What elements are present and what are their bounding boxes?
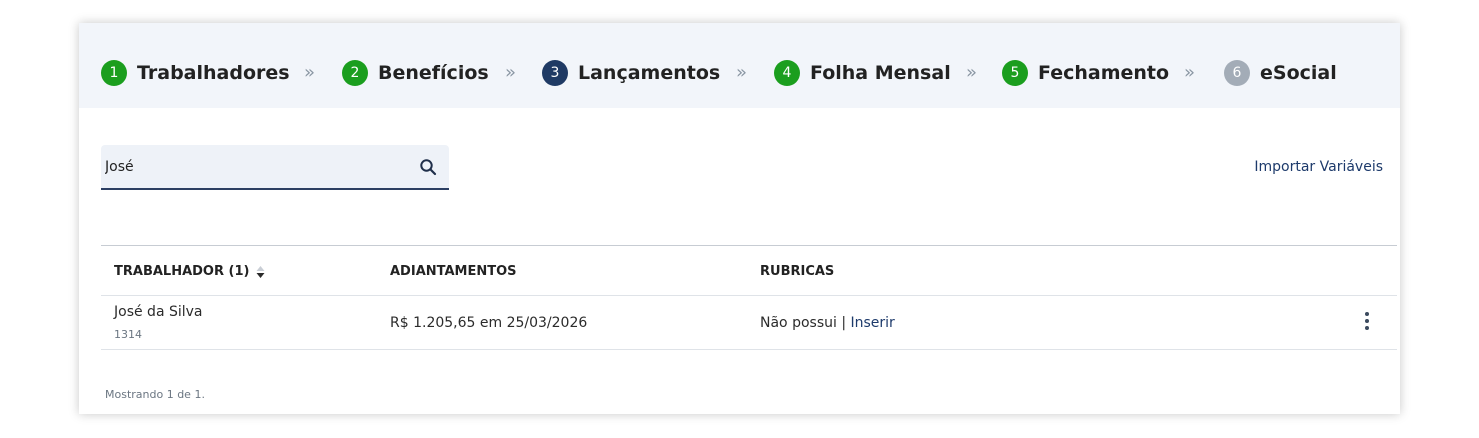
- step-number: 2: [342, 60, 368, 86]
- step-number: 6: [1224, 60, 1250, 86]
- column-header-worker[interactable]: TRABALHADOR (1): [114, 264, 266, 279]
- worker-name: José da Silva: [114, 304, 203, 320]
- step-beneficios[interactable]: 2 Benefícios: [342, 60, 489, 86]
- import-variables-link[interactable]: Importar Variáveis: [1254, 159, 1383, 175]
- step-number: 1: [101, 60, 127, 86]
- step-separator: »: [1184, 62, 1196, 83]
- sort-icon[interactable]: [255, 265, 266, 279]
- rubricas-separator: |: [836, 315, 851, 331]
- advances-value: R$ 1.205,65 em 25/03/2026: [390, 315, 588, 331]
- column-header-rubricas: RUBRICAS: [760, 264, 835, 279]
- step-separator: »: [304, 62, 316, 83]
- step-separator: »: [966, 62, 978, 83]
- step-label: Folha Mensal: [810, 62, 951, 84]
- rubricas-status: Não possui: [760, 315, 837, 331]
- step-separator: »: [505, 62, 517, 83]
- table-header: TRABALHADOR (1) ADIANTAMENTOS RUBRICAS: [101, 245, 1397, 296]
- step-label: Benefícios: [378, 62, 489, 84]
- step-label: eSocial: [1260, 62, 1337, 84]
- step-lancamentos[interactable]: 3 Lançamentos: [542, 60, 720, 86]
- pagination-summary: Mostrando 1 de 1.: [105, 388, 205, 401]
- stepper: 1 Trabalhadores » 2 Benefícios » 3 Lança…: [79, 23, 1400, 108]
- step-label: Lançamentos: [578, 62, 721, 84]
- search-icon[interactable]: [419, 158, 437, 176]
- step-esocial[interactable]: 6 eSocial: [1224, 60, 1337, 86]
- table-row: José da Silva 1314 R$ 1.205,65 em 25/03/…: [101, 296, 1397, 350]
- row-more-options-icon[interactable]: [1364, 312, 1370, 332]
- column-header-advances: ADIANTAMENTOS: [390, 264, 517, 279]
- step-number: 4: [774, 60, 800, 86]
- step-trabalhadores[interactable]: 1 Trabalhadores: [101, 60, 290, 86]
- workers-table: TRABALHADOR (1) ADIANTAMENTOS RUBRICAS J…: [101, 245, 1397, 350]
- step-fechamento[interactable]: 5 Fechamento: [1002, 60, 1169, 86]
- column-header-label: TRABALHADOR (1): [114, 264, 250, 279]
- search-input[interactable]: [101, 145, 405, 188]
- step-number: 3: [542, 60, 568, 86]
- worker-code: 1314: [114, 328, 142, 341]
- step-label: Trabalhadores: [137, 62, 290, 84]
- rubricas-cell: Não possui | Inserir: [760, 315, 895, 331]
- step-separator: »: [736, 62, 748, 83]
- step-label: Fechamento: [1038, 62, 1170, 84]
- step-number: 5: [1002, 60, 1028, 86]
- search-box: [101, 145, 449, 190]
- payroll-card: 1 Trabalhadores » 2 Benefícios » 3 Lança…: [79, 23, 1400, 414]
- insert-rubrica-link[interactable]: Inserir: [851, 315, 895, 331]
- step-folha-mensal[interactable]: 4 Folha Mensal: [774, 60, 951, 86]
